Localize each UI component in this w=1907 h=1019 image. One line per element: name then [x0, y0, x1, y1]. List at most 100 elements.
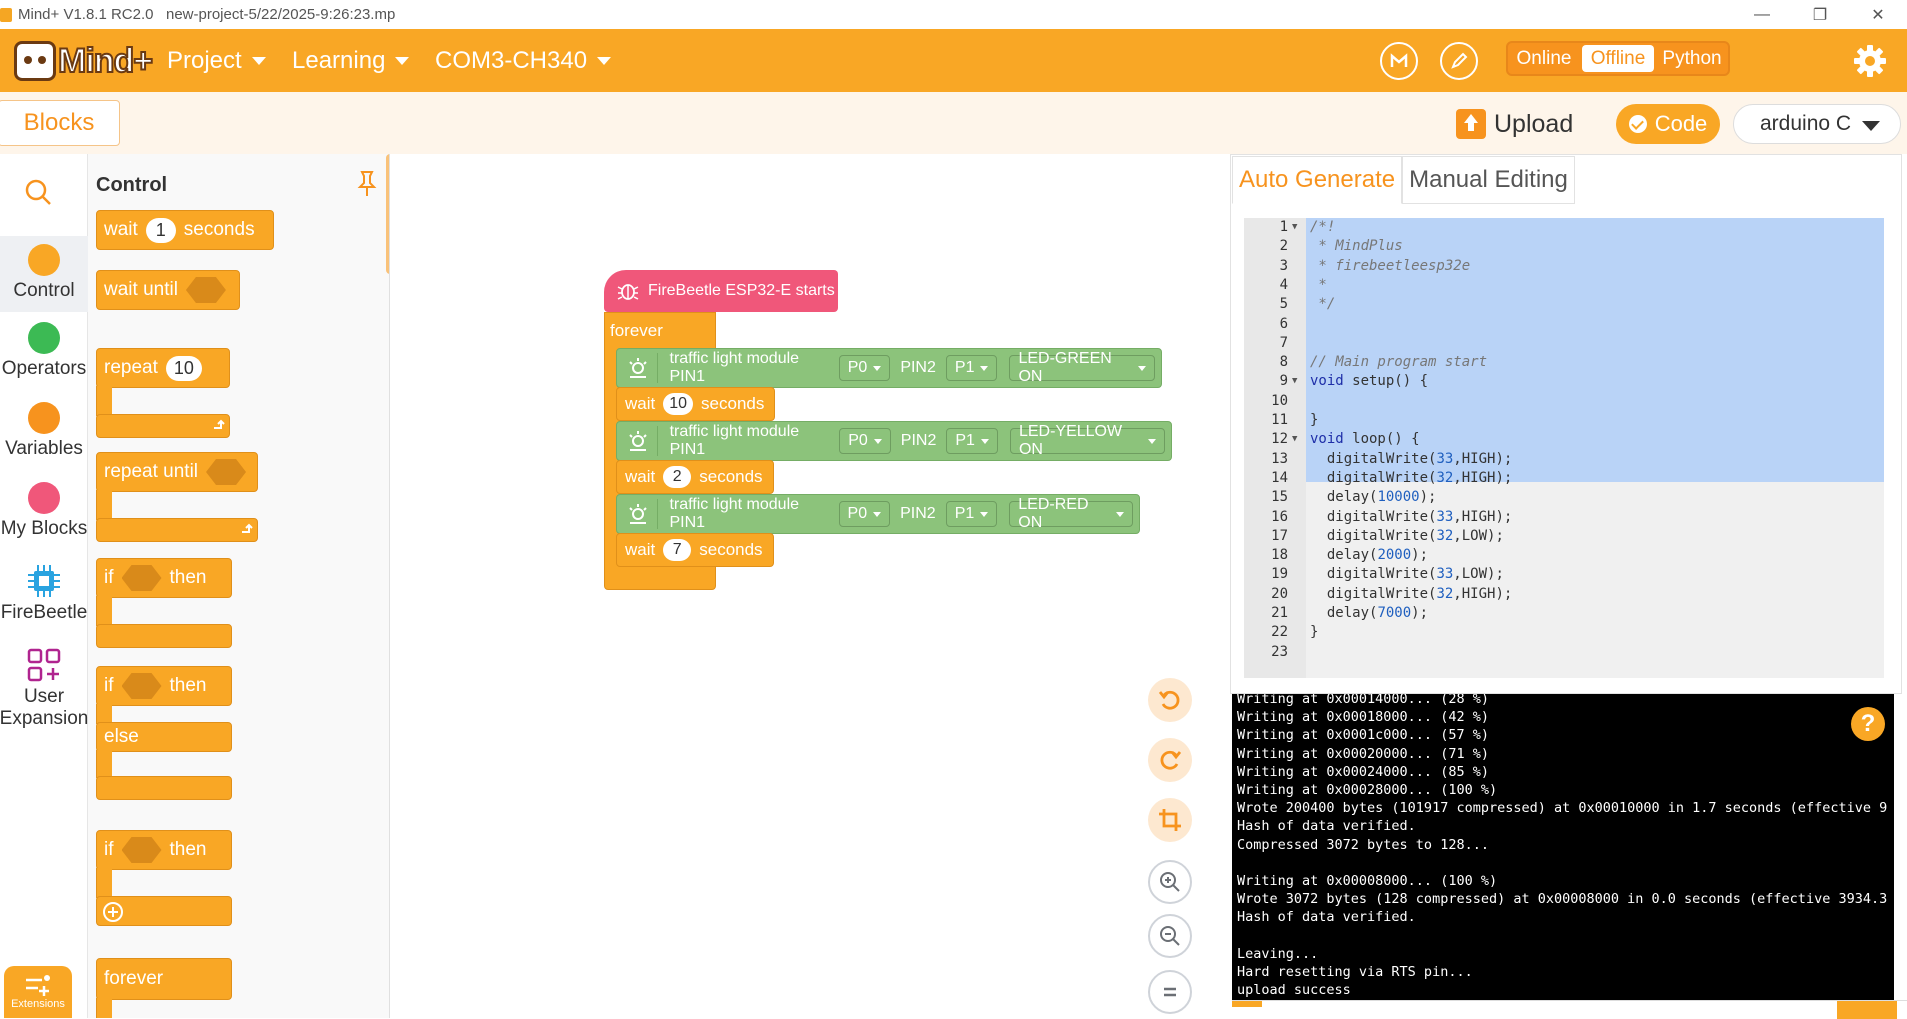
- fold-arrow-icon[interactable]: ▼: [1292, 218, 1297, 237]
- block-repeat-value[interactable]: 10: [165, 355, 202, 381]
- course-icon[interactable]: [1380, 42, 1418, 80]
- console-line: Hash of data verified.: [1237, 818, 1416, 834]
- upload-button[interactable]: Upload: [1456, 104, 1573, 144]
- fold-arrow-icon[interactable]: ▼: [1292, 372, 1297, 391]
- code-line: delay(7000);: [1310, 605, 1429, 621]
- led-state-dropdown[interactable]: LED-GREEN ON: [1009, 350, 1155, 385]
- undo-button[interactable]: [1148, 678, 1192, 722]
- pin1-dropdown[interactable]: P0: [838, 501, 891, 527]
- plus-icon[interactable]: [102, 901, 124, 923]
- tab-auto-generate[interactable]: Auto Generate: [1232, 156, 1403, 204]
- block-traffic-light-yellow[interactable]: traffic light module PIN1 P0 PIN2 P1 LED…: [616, 421, 1172, 461]
- redo-button[interactable]: [1148, 738, 1192, 782]
- line-number: 7: [1279, 335, 1288, 351]
- block-wait-10[interactable]: wait 10 seconds: [616, 387, 776, 421]
- console-line: Writing at 0x00028000... (100 %): [1237, 782, 1498, 798]
- block-traffic-light-green[interactable]: traffic light module PIN1 P0 PIN2 P1 LED…: [616, 348, 1162, 388]
- category-user-expansion[interactable]: User Expansion: [0, 648, 88, 730]
- upload-icon: [1456, 109, 1486, 139]
- code-line: digitalWrite(33,HIGH);: [1310, 509, 1513, 525]
- console-line: Writing at 0x00024000... (85 %): [1237, 764, 1489, 780]
- category-firebeetle[interactable]: FireBeetle: [0, 564, 88, 624]
- console-line: Compressed 3072 bytes to 128...: [1237, 837, 1489, 853]
- zoom-out-button[interactable]: [1148, 914, 1192, 958]
- menu-project[interactable]: Project: [167, 29, 266, 92]
- console-line: Wrote 3072 bytes (128 compressed) at 0x0…: [1237, 891, 1888, 907]
- code-line: digitalWrite(32,HIGH);: [1310, 586, 1513, 602]
- block-firebeetle-starts[interactable]: FireBeetle ESP32-E starts: [604, 270, 838, 312]
- mode-offline[interactable]: Offline: [1582, 45, 1654, 72]
- module-label: traffic light module PIN1: [669, 496, 800, 531]
- zoom-in-button[interactable]: [1148, 860, 1192, 904]
- category-variables[interactable]: Variables: [0, 402, 88, 460]
- app-header: Mind+ Project Learning COM3-CH340 Online…: [0, 29, 1907, 92]
- chevron-down-icon: [395, 56, 410, 65]
- block-wait-2[interactable]: wait 2 seconds: [616, 460, 774, 494]
- menu-learning[interactable]: Learning: [292, 29, 410, 92]
- category-user-expansion-label-1: User: [23, 686, 65, 707]
- block-wait-until[interactable]: wait until: [96, 270, 240, 310]
- wait-value[interactable]: 10: [663, 393, 694, 415]
- search-icon[interactable]: [22, 176, 54, 208]
- serial-console[interactable]: Writing at 0x00014000... (28 %) Writing a…: [1232, 694, 1894, 1000]
- boolean-slot: [121, 837, 162, 863]
- gear-icon[interactable]: [1852, 43, 1888, 79]
- tab-manual-editing[interactable]: Manual Editing: [1402, 156, 1575, 204]
- extensions-button[interactable]: Extensions: [4, 966, 72, 1018]
- code-editor[interactable]: 1 ▼ 2 3 4 5 6 7 8 9 ▼ 10 11 12 ▼ 13 14 15 16 17 18 19 20 21 22 23…: [1244, 218, 1884, 678]
- chevron-down-icon: [1862, 121, 1880, 131]
- block-wait-7[interactable]: wait 7 seconds: [616, 533, 774, 567]
- led-state-dropdown[interactable]: LED-YELLOW ON: [1009, 423, 1165, 458]
- code-line: void setup() {: [1310, 373, 1429, 389]
- category-control[interactable]: Control: [0, 236, 88, 312]
- zoom-reset-button[interactable]: [1148, 970, 1192, 1014]
- wait-unit: seconds: [699, 467, 763, 486]
- pin1-dropdown[interactable]: P0: [839, 428, 891, 454]
- chevron-down-icon: [251, 56, 266, 65]
- help-button[interactable]: ?: [1851, 707, 1885, 741]
- wait-value[interactable]: 2: [663, 466, 692, 488]
- language-select[interactable]: arduino C: [1733, 104, 1901, 144]
- minimize-button[interactable]: —: [1733, 0, 1791, 29]
- code-line: }: [1310, 624, 1319, 640]
- code-line: digitalWrite(33,HIGH);: [1310, 451, 1513, 467]
- block-palette: Control wait 1 seconds wait until repeat…: [88, 154, 390, 1018]
- maximize-button[interactable]: ❐: [1791, 0, 1849, 29]
- console-footer-button[interactable]: [1837, 1001, 1897, 1019]
- category-operators[interactable]: Operators: [0, 322, 88, 380]
- block-if-label: if: [104, 567, 114, 588]
- tab-blocks[interactable]: Blocks: [0, 100, 120, 146]
- block-repeat-arm: [96, 386, 112, 416]
- block-wait-label: wait: [104, 219, 138, 240]
- block-repeat-until-label: repeat until: [104, 461, 199, 482]
- block-wait-value[interactable]: 1: [145, 217, 176, 243]
- pin2-dropdown[interactable]: P1: [945, 355, 998, 381]
- pin2-dropdown[interactable]: P1: [946, 428, 998, 454]
- crop-button[interactable]: [1148, 798, 1192, 842]
- redo-icon: [1160, 750, 1182, 770]
- code-toggle-button[interactable]: Code: [1616, 104, 1720, 144]
- mode-switch: Online Offline Python: [1506, 41, 1730, 76]
- block-if-label: if: [104, 675, 114, 696]
- menu-project-label: Project: [167, 46, 242, 74]
- traffic-light-icon: [619, 495, 657, 533]
- close-button[interactable]: ✕: [1849, 0, 1907, 29]
- pin1-dropdown[interactable]: P0: [838, 355, 891, 381]
- mode-online[interactable]: Online: [1508, 43, 1580, 74]
- block-traffic-light-red[interactable]: traffic light module PIN1 P0 PIN2 P1 LED…: [616, 494, 1140, 534]
- mode-python[interactable]: Python: [1656, 43, 1728, 74]
- category-my-blocks[interactable]: My Blocks: [0, 482, 88, 540]
- pin2-dropdown[interactable]: P1: [945, 501, 998, 527]
- wait-value[interactable]: 7: [663, 539, 692, 561]
- upload-label: Upload: [1494, 109, 1574, 138]
- fold-arrow-icon[interactable]: ▼: [1292, 430, 1297, 449]
- led-state-dropdown[interactable]: LED-RED ON: [1009, 496, 1133, 531]
- block-if-then-else-foot: [96, 776, 232, 800]
- control-dot-icon: [28, 244, 60, 276]
- menu-serial-port[interactable]: COM3-CH340: [435, 29, 612, 92]
- code-scrollbar[interactable]: [1884, 218, 1894, 678]
- pin-icon[interactable]: [356, 170, 378, 198]
- block-wait-seconds[interactable]: wait 1 seconds: [96, 210, 274, 250]
- check-icon: [1628, 115, 1647, 133]
- feedback-edit-icon[interactable]: [1440, 42, 1478, 80]
